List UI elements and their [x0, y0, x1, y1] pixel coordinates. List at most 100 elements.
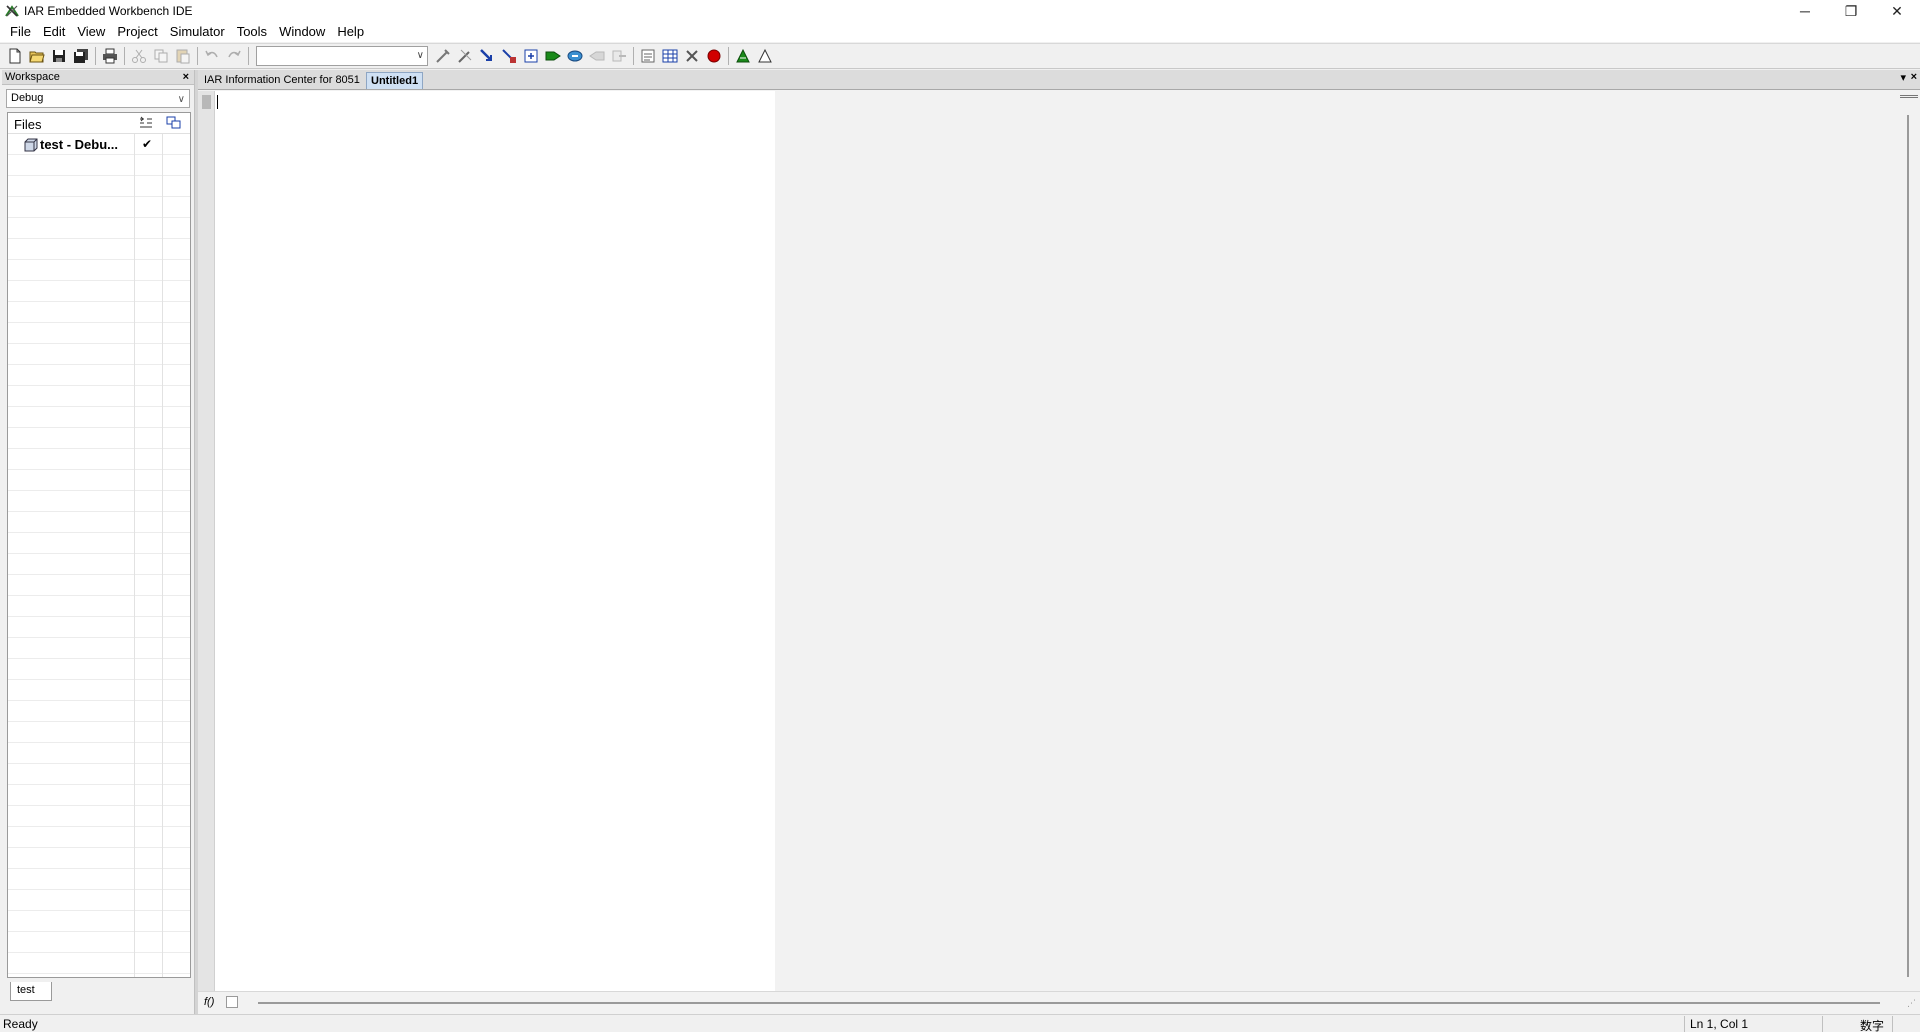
- editor-gutter[interactable]: [198, 91, 215, 991]
- project-icon: [24, 138, 38, 152]
- close-window-button[interactable]: ✕: [1874, 0, 1920, 22]
- step-over-button[interactable]: [586, 45, 608, 67]
- compile-button[interactable]: [520, 45, 542, 67]
- grid-icon: [662, 49, 678, 63]
- menu-project[interactable]: Project: [111, 22, 163, 42]
- restore-button[interactable]: ❐: [1828, 0, 1874, 22]
- paste-button[interactable]: [172, 45, 194, 67]
- make-button[interactable]: [542, 45, 564, 67]
- save-button[interactable]: [48, 45, 70, 67]
- window-split-handle[interactable]: [1900, 95, 1918, 98]
- find-combo-box[interactable]: ∨: [256, 46, 428, 66]
- debug-green-icon: [736, 48, 750, 63]
- cursor-position: Ln 1, Col 1: [1690, 1017, 1749, 1031]
- breakpoints-button[interactable]: [659, 45, 681, 67]
- toolbar-separator: [248, 47, 249, 65]
- menu-file[interactable]: File: [4, 22, 37, 42]
- rebuild-button[interactable]: [564, 45, 586, 67]
- step-out-icon: [612, 50, 626, 62]
- print-button[interactable]: [99, 45, 121, 67]
- save-all-button[interactable]: [70, 45, 92, 67]
- tree-column-divider: [134, 113, 135, 977]
- menu-tools[interactable]: Tools: [231, 22, 273, 42]
- workspace-tab-test[interactable]: test: [10, 982, 52, 1001]
- step-out-button[interactable]: [608, 45, 630, 67]
- close-icon: ✕: [1891, 2, 1903, 19]
- title-bar: IAR Embedded Workbench IDE ─ ❐ ✕: [0, 0, 1920, 22]
- code-editor[interactable]: [215, 91, 775, 991]
- workspace-close-button[interactable]: ×: [183, 70, 189, 85]
- copy-icon: [154, 49, 168, 63]
- close-tab-icon[interactable]: ×: [1911, 71, 1917, 83]
- restore-icon: ❐: [1844, 2, 1858, 19]
- toolbar-separator: [197, 47, 198, 65]
- toggle-breakpoint-list-button[interactable]: [637, 45, 659, 67]
- minimize-button[interactable]: ─: [1782, 0, 1828, 22]
- blue-arrow-icon: [480, 49, 492, 61]
- vertical-scrollbar[interactable]: [1898, 91, 1920, 991]
- configuration-dropdown[interactable]: Debug ∨: [6, 89, 190, 108]
- status-separator: [1684, 1016, 1685, 1032]
- tab-information-center[interactable]: IAR Information Center for 8051: [200, 72, 364, 89]
- redo-button[interactable]: [223, 45, 245, 67]
- text-caret: [217, 95, 218, 109]
- green-arrow-right-icon: [545, 51, 561, 61]
- copy-button[interactable]: [150, 45, 172, 67]
- redo-icon: [228, 50, 241, 58]
- navigate-backward-button[interactable]: [476, 45, 498, 67]
- undo-button[interactable]: [201, 45, 223, 67]
- build-status-column-icon[interactable]: [166, 116, 182, 130]
- chevron-down-icon[interactable]: ∨: [417, 50, 424, 61]
- breakpoint-icon: [707, 49, 721, 63]
- tree-column-divider: [162, 113, 163, 977]
- current-line-marker: [202, 95, 211, 109]
- workspace-header: Workspace ×: [2, 70, 194, 85]
- ime-indicator: 数字: [1860, 1019, 1885, 1032]
- configuration-value: Debug: [11, 92, 44, 104]
- menu-view[interactable]: View: [71, 22, 111, 42]
- function-navigator-checkbox[interactable]: [226, 996, 238, 1008]
- menu-edit[interactable]: Edit: [37, 22, 71, 42]
- workspace-title: Workspace: [5, 71, 60, 83]
- find-in-files-button[interactable]: [454, 45, 476, 67]
- function-navigator-button[interactable]: f(): [204, 996, 214, 1008]
- open-file-button[interactable]: [26, 45, 48, 67]
- cut-button[interactable]: [128, 45, 150, 67]
- menu-bar: File Edit View Project Simulator Tools W…: [0, 22, 1920, 42]
- toolbar-separator: [124, 47, 125, 65]
- remove-breakpoints-icon: [686, 50, 698, 62]
- build-check-icon: ✔: [142, 137, 153, 151]
- rebuild-icon: [567, 50, 583, 62]
- minimize-icon: ─: [1800, 3, 1810, 19]
- status-separator: [1892, 1016, 1893, 1032]
- open-folder-icon: [29, 51, 45, 63]
- chevron-down-icon[interactable]: ∨: [178, 91, 185, 108]
- download-and-debug-button[interactable]: [732, 45, 754, 67]
- files-column-header[interactable]: Files: [14, 117, 41, 132]
- resize-grip-icon[interactable]: ⋰: [1907, 998, 1916, 1009]
- toggle-breakpoint-button[interactable]: [703, 45, 725, 67]
- save-all-icon: [74, 49, 88, 63]
- editor-right-margin-area[interactable]: [775, 91, 1895, 991]
- tab-list-dropdown-icon[interactable]: ▾: [1900, 71, 1906, 84]
- tab-untitled1[interactable]: Untitled1: [366, 72, 424, 89]
- remove-breakpoints-button[interactable]: [681, 45, 703, 67]
- debug-without-download-button[interactable]: [754, 45, 776, 67]
- menu-help[interactable]: Help: [331, 22, 370, 42]
- menu-simulator[interactable]: Simulator: [164, 22, 231, 42]
- navigate-forward-button[interactable]: [498, 45, 520, 67]
- tree-item-project[interactable]: test - Debu... ✔: [8, 135, 190, 155]
- workspace-file-tree[interactable]: Files test - Debu... ✔: [7, 112, 191, 978]
- toggle-bookmark-button[interactable]: [432, 45, 454, 67]
- printer-icon: [103, 48, 117, 64]
- project-label: test - Debu...: [40, 137, 119, 152]
- new-file-icon: [9, 48, 21, 64]
- undo-icon: [205, 50, 218, 58]
- status-separator: [1822, 1016, 1823, 1032]
- status-bar: Ready Ln 1, Col 1 数字: [0, 1014, 1920, 1032]
- new-file-button[interactable]: [4, 45, 26, 67]
- menu-window[interactable]: Window: [273, 22, 331, 42]
- vertical-scroll-track[interactable]: [1907, 115, 1909, 977]
- horizontal-scrollbar[interactable]: [258, 1002, 1880, 1004]
- options-column-icon[interactable]: [138, 116, 154, 130]
